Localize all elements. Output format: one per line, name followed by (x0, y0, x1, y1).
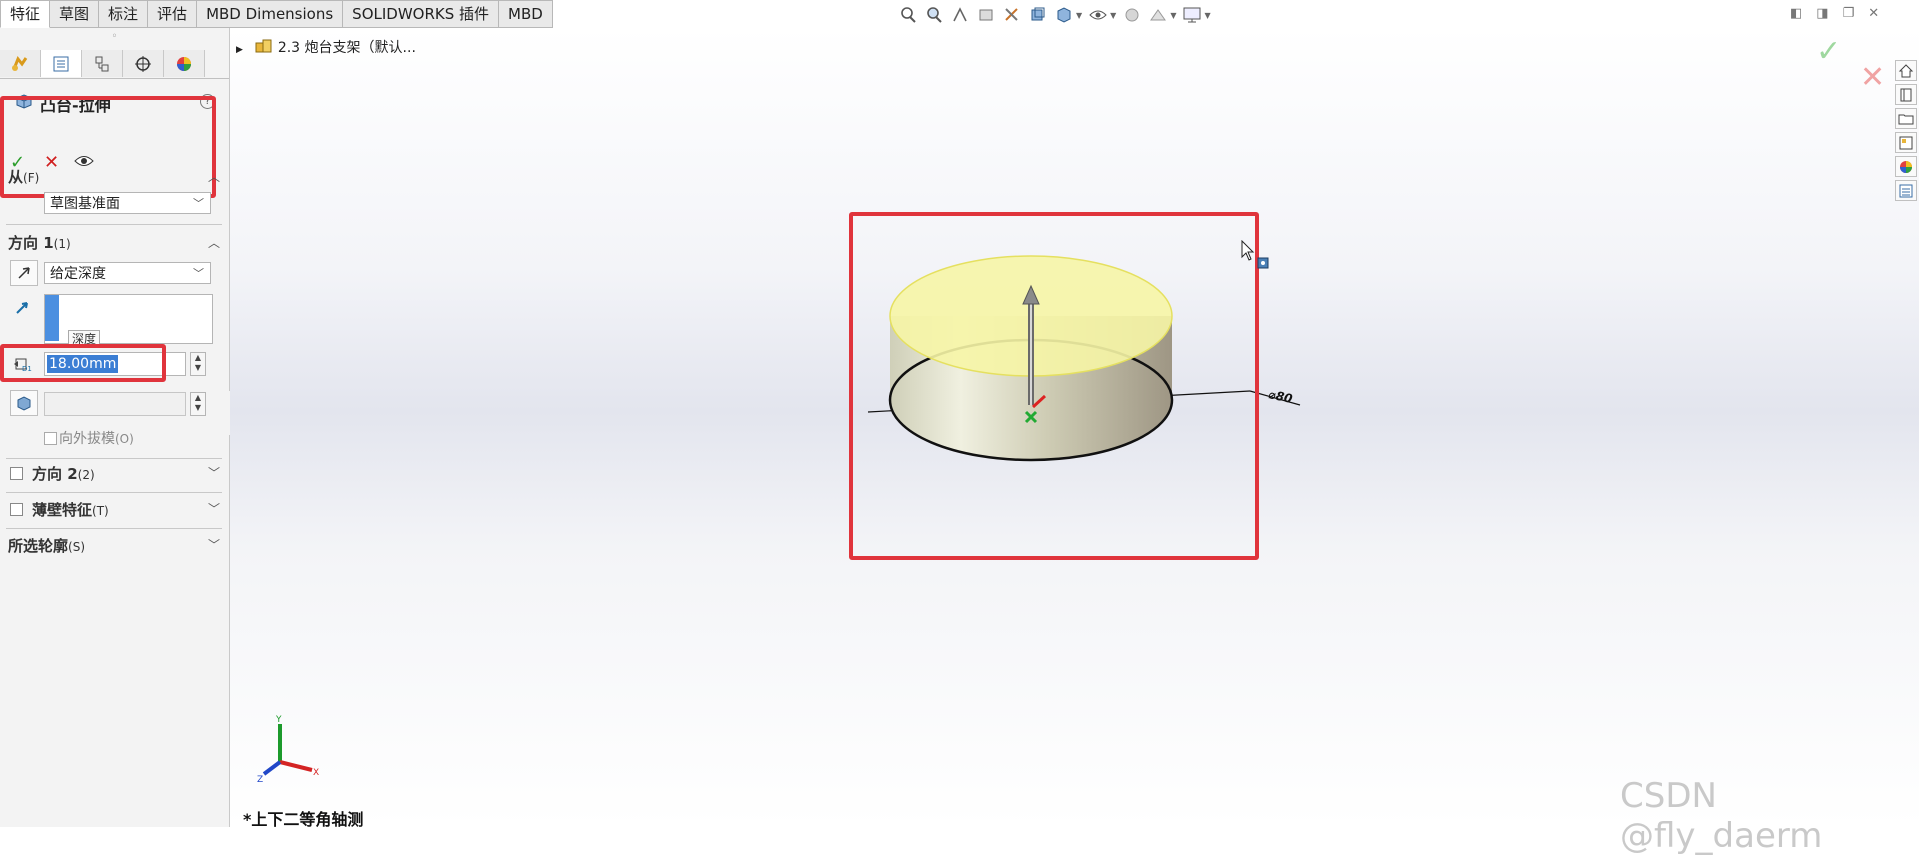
highlight-box-depth (0, 344, 166, 382)
dynamic-annotation-icon[interactable] (1002, 5, 1022, 25)
hide-show-caret-icon[interactable]: ▼ (1110, 11, 1116, 20)
task-pane-tabs (1895, 60, 1919, 201)
reverse-direction-button[interactable] (10, 260, 38, 286)
tab-evaluate[interactable]: 评估 (148, 0, 198, 28)
property-manager-panel: ◦ 凸台-拉伸 ? ✓ ✕ 从(F) ︿ 草图基准面 ﹀ 方向 1(1) ︿ 给… (0, 28, 230, 827)
flyout-tree-item[interactable]: ▶ 2.3 炮台支架（默认... (236, 37, 416, 57)
zoom-to-fit-icon[interactable] (898, 5, 918, 25)
tab-sketch[interactable]: 草图 (50, 0, 100, 28)
triad-x-label: X (313, 768, 319, 778)
direction2-section-title[interactable]: 方向 2(2) (32, 463, 95, 484)
configuration-icon (95, 56, 109, 71)
direction2-checkbox[interactable] (10, 467, 23, 480)
direction-vector-icon (14, 300, 30, 320)
draft-toggle-button[interactable] (10, 390, 38, 416)
depth-spinner[interactable]: ▲ ▼ (190, 352, 206, 376)
draft-angle-input[interactable] (44, 392, 186, 416)
apply-scene-caret-icon[interactable]: ▼ (1170, 11, 1176, 20)
color-wheel-icon (177, 56, 191, 71)
view-orientation-icon[interactable] (1028, 5, 1048, 25)
tree-expand-arrow-icon[interactable]: ▶ (236, 45, 243, 55)
property-list-icon (53, 56, 69, 71)
thin-feature-checkbox[interactable] (10, 503, 23, 516)
part-name: 2.3 炮台支架（默认... (277, 40, 416, 56)
thin-feature-section-title[interactable]: 薄壁特征(T) (32, 499, 109, 520)
confirmation-corner-cancel-icon[interactable]: ✕ (1860, 60, 1885, 95)
panel-grip-icon[interactable]: ◦ (0, 28, 229, 48)
window-controls: ◧ ◨ ❐ ✕ (1790, 6, 1879, 21)
draft-outward-label: 向外拔模(O) (59, 431, 134, 447)
draft-spinner[interactable]: ▲ ▼ (190, 392, 206, 416)
part-icon (255, 39, 277, 56)
view-settings-icon[interactable] (1182, 5, 1202, 25)
feature-tree-icon (12, 55, 28, 71)
restore-window-icon[interactable]: ❐ (1843, 6, 1855, 21)
watermark-text: CSDN @fly_daerm (1620, 776, 1823, 856)
highlight-box-model (849, 212, 1259, 560)
edit-appearance-icon[interactable] (1122, 5, 1142, 25)
configuration-manager-tab[interactable] (82, 50, 123, 77)
display-style-caret-icon[interactable]: ▼ (1076, 11, 1082, 20)
draft-angle-icon (17, 396, 31, 411)
close-window-icon[interactable]: ✕ (1868, 6, 1879, 21)
feature-manager-tab[interactable] (0, 50, 41, 77)
view-palette-icon[interactable] (1895, 132, 1917, 153)
thin-feature-expand-chevron-icon[interactable]: ﹀ (208, 500, 220, 517)
tab-markup[interactable]: 标注 (99, 0, 149, 28)
apply-scene-icon[interactable] (1148, 5, 1168, 25)
reference-triad: Y X Z (257, 715, 319, 782)
confirmation-corner-ok-icon[interactable]: ✓ (1816, 34, 1841, 69)
tab-features[interactable]: 特征 (0, 0, 51, 28)
display-style-icon[interactable] (1054, 5, 1074, 25)
tab-mbd-dimensions[interactable]: MBD Dimensions (197, 0, 344, 28)
appearances-scenes-icon[interactable] (1895, 156, 1917, 177)
direction1-section-title[interactable]: 方向 1(1) (8, 232, 71, 253)
display-manager-tab[interactable] (164, 50, 205, 77)
panel-tabs (0, 50, 229, 79)
from-dropdown[interactable]: 草图基准面 ﹀ (44, 192, 211, 214)
heads-up-view-toolbar: ▼ ▼ ▼ ▼ (898, 5, 1211, 25)
custom-properties-icon[interactable] (1895, 180, 1917, 201)
section-view-icon[interactable] (976, 5, 996, 25)
triad-y-label: Y (275, 715, 282, 725)
from-collapse-chevron-icon[interactable]: ︿ (208, 168, 220, 185)
property-manager-tab[interactable] (41, 50, 82, 77)
tile-right-icon[interactable]: ◨ (1816, 6, 1828, 21)
file-explorer-icon[interactable] (1895, 108, 1917, 129)
command-manager-tabs: 特征 草图 标注 评估 MBD Dimensions SOLIDWORKS 插件… (0, 0, 553, 28)
view-settings-caret-icon[interactable]: ▼ (1204, 11, 1210, 20)
view-orientation-name: *上下二等角轴测 (243, 810, 364, 829)
selected-contours-expand-chevron-icon[interactable]: ﹀ (208, 536, 220, 553)
tab-solidworks-addins[interactable]: SOLIDWORKS 插件 (343, 0, 500, 28)
tab-mbd[interactable]: MBD (499, 0, 553, 28)
design-library-icon[interactable] (1895, 84, 1917, 105)
direction1-collapse-chevron-icon[interactable]: ︿ (208, 234, 220, 251)
solidworks-resources-icon[interactable] (1895, 60, 1917, 81)
direction2-expand-chevron-icon[interactable]: ﹀ (208, 464, 220, 481)
diameter-dimension-label[interactable]: ⌀80 (1267, 387, 1293, 406)
tile-left-icon[interactable]: ◧ (1790, 6, 1802, 21)
mouse-cursor-icon (1241, 240, 1269, 269)
draft-outward-checkbox[interactable] (44, 432, 57, 445)
end-condition-dropdown[interactable]: 给定深度 ﹀ (44, 262, 211, 284)
triad-z-label: Z (257, 775, 263, 782)
selected-contours-section-title[interactable]: 所选轮廓(S) (8, 535, 85, 556)
crosshair-icon (135, 55, 151, 72)
dimxpert-tab[interactable] (123, 50, 164, 77)
previous-view-icon[interactable] (950, 5, 970, 25)
zoom-to-area-icon[interactable] (924, 5, 944, 25)
reverse-direction-icon (18, 267, 30, 279)
from-section-title[interactable]: 从(F) (8, 166, 39, 187)
hide-show-items-icon[interactable] (1088, 5, 1108, 25)
